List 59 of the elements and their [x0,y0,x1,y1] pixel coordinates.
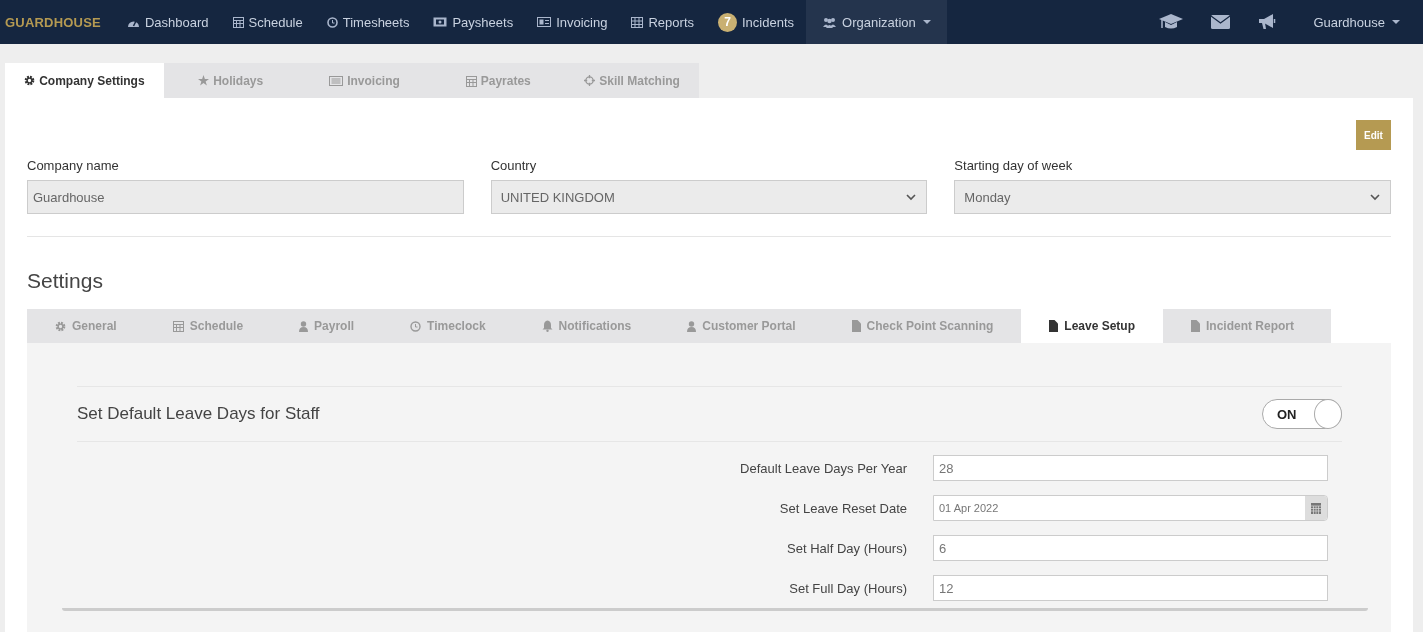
text-field[interactable]: 12 [933,575,1328,601]
document-icon [1049,320,1059,332]
star-icon [198,75,210,86]
settings-tab[interactable]: Company Settings [5,63,164,98]
nav-link[interactable]: Invoicing [525,0,620,44]
gear-icon [55,320,66,332]
clock-icon [326,16,338,28]
calendar-icon [465,74,477,87]
field-label: Set Leave Reset Date [778,500,907,516]
gear-icon [24,75,36,86]
field-label: Company name [27,158,120,173]
clock-icon [410,320,422,332]
caret-icon [1392,19,1400,25]
date-field[interactable]: 01 Apr 2022 [933,495,1328,521]
user-menu[interactable]: Guardhouse [1291,0,1423,44]
dropdown-field[interactable]: UNITED KINGDOM [490,180,928,214]
nav-link[interactable]: Paysheets [421,0,526,44]
bell-icon [541,320,553,332]
nav-link[interactable]: 7 Incidents [706,0,807,44]
calendar-icon[interactable] [1311,502,1321,514]
table-icon [631,16,644,28]
text-field[interactable]: Guardhouse [27,180,464,214]
megaphone-icon[interactable] [1258,14,1278,30]
banknote-icon [433,17,448,27]
chevron-down-icon [1370,193,1380,201]
toggle-switch[interactable]: ON [1262,399,1342,429]
settings-tab[interactable]: Leave Setup [1021,309,1163,343]
calendar-icon [232,16,244,28]
document-icon [851,320,861,332]
field-label: Default Leave Days Per Year [739,460,907,476]
person-icon [299,320,309,332]
edit-button[interactable]: Edit [1356,120,1391,150]
field-label: Starting day of week [954,158,1074,173]
text-field[interactable]: 6 [933,535,1328,561]
person-icon [687,320,697,332]
field-label: Set Full Day (Hours) [788,580,907,596]
count-badge: 7 [718,12,737,32]
document-icon [1191,320,1200,332]
dropdown-field[interactable]: Monday [954,180,1391,214]
field-label: Country [490,158,538,173]
nav-link[interactable]: Schedule [220,0,315,44]
envelope-icon[interactable] [1211,15,1231,29]
nav-link[interactable]: Reports [619,0,706,44]
section-heading: Set Default Leave Days for Staff [77,404,320,424]
section-title: Settings [27,269,104,293]
nav-link[interactable]: Timesheets [314,0,422,44]
crosshair-icon [584,75,596,86]
nav-link[interactable]: Organization [806,0,947,44]
chevron-down-icon [906,193,917,201]
calendar-icon [172,320,184,332]
brand-logo[interactable]: GUARDHOUSE [5,14,101,30]
nav-link[interactable]: Dashboard [114,0,221,44]
field-label: Set Half Day (Hours) [786,540,907,556]
caret-icon [922,19,931,25]
id-card-icon [537,17,552,27]
text-field[interactable]: 28 [933,455,1328,481]
list-icon [329,75,344,86]
graduation-cap-icon[interactable] [1159,13,1184,31]
people-icon [822,16,838,28]
